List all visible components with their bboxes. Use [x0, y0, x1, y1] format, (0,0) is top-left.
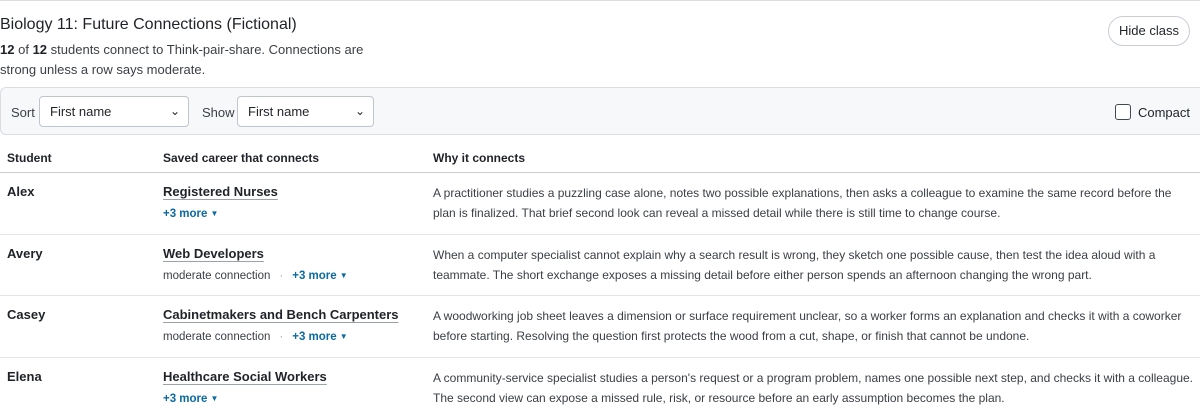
more-careers-toggle[interactable]: +3 more ▼: [163, 393, 218, 405]
career-meta: moderate connection · +3 more ▼: [163, 331, 348, 343]
more-careers-label: +3 more: [292, 269, 337, 282]
summary-of: of: [18, 42, 29, 57]
student-name: Alex: [7, 184, 35, 199]
caret-down-icon: ▼: [210, 393, 219, 403]
sort-select[interactable]: First name ⌄: [39, 96, 189, 127]
student-table: Student Saved career that connects Why i…: [0, 146, 1200, 417]
separator-dot-icon: ·: [279, 331, 284, 343]
moderate-connection-label: moderate connection: [163, 331, 271, 343]
compact-checkbox[interactable]: [1114, 104, 1131, 120]
career-meta: moderate connection · +3 more ▼: [163, 270, 348, 282]
column-header-why: Why it connects: [433, 151, 526, 165]
total-count: 12: [32, 42, 48, 57]
student-name: Casey: [7, 307, 46, 322]
show-label: Show: [202, 105, 235, 120]
student-name: Elena: [7, 368, 42, 384]
career-meta: +3 more ▼: [163, 208, 218, 220]
career-link[interactable]: Web Developers: [163, 246, 264, 261]
more-careers-label: +3 more: [292, 331, 337, 343]
caret-down-icon: ▼: [339, 270, 348, 280]
connection-reason: A community-service specialist studies a…: [433, 370, 1194, 405]
student-name: Avery: [7, 245, 43, 261]
more-careers-label: +3 more: [163, 392, 208, 405]
chevron-down-icon: ⌄: [169, 104, 180, 118]
career-link[interactable]: Healthcare Social Workers: [163, 369, 327, 384]
column-header-career: Saved career that connects: [163, 151, 320, 165]
compact-toggle[interactable]: Compact: [1114, 102, 1190, 122]
more-careers-toggle[interactable]: +3 more ▼: [292, 331, 347, 343]
caret-down-icon: ▼: [210, 209, 219, 218]
connection-reason: A woodworking job sheet leaves a dimensi…: [433, 309, 1182, 343]
chevron-down-icon: ⌄: [354, 104, 365, 118]
more-careers-toggle[interactable]: +3 more ▼: [163, 208, 218, 220]
hide-class-button[interactable]: Hide class: [1108, 16, 1190, 46]
more-careers-label: +3 more: [163, 208, 208, 220]
table-header: Student Saved career that connects Why i…: [0, 146, 1200, 173]
connection-summary: 12 of 12 students connect to Think-pair-…: [0, 40, 390, 80]
summary-text: students connect to Think-pair-share. Co…: [0, 42, 364, 77]
connection-reason: When a computer specialist cannot explai…: [433, 247, 1156, 282]
table-row: Casey Cabinetmakers and Bench Carpenters…: [0, 296, 1200, 358]
table-row: Avery Web Developers moderate connection…: [0, 235, 1200, 296]
more-careers-toggle[interactable]: +3 more ▼: [292, 270, 347, 282]
show-select-value: First name: [248, 104, 310, 119]
table-row: Alex Registered Nurses +3 more ▼ A practi…: [0, 173, 1200, 235]
table-row: Elena Healthcare Social Workers +3 more ▼…: [0, 358, 1200, 417]
controls-bar: Sort First name ⌄ Show First name ⌄ Comp…: [0, 87, 1200, 135]
caret-down-icon: ▼: [339, 332, 348, 341]
sort-label: Sort: [11, 105, 35, 120]
career-link[interactable]: Cabinetmakers and Bench Carpenters: [163, 307, 399, 322]
compact-label: Compact: [1137, 104, 1190, 120]
page-title: Biology 11: Future Connections (Fictiona…: [0, 16, 297, 33]
top-divider: [0, 0, 1200, 3]
connected-count: 12: [0, 42, 15, 57]
column-header-student: Student: [7, 151, 52, 165]
career-meta: +3 more ▼: [163, 393, 218, 405]
career-link[interactable]: Registered Nurses: [163, 184, 278, 199]
sort-select-value: First name: [50, 104, 112, 119]
show-select[interactable]: First name ⌄: [237, 96, 374, 127]
separator-dot-icon: ·: [279, 269, 284, 282]
moderate-connection-label: moderate connection: [163, 269, 271, 282]
connection-reason: A practitioner studies a puzzling case a…: [433, 186, 1172, 220]
